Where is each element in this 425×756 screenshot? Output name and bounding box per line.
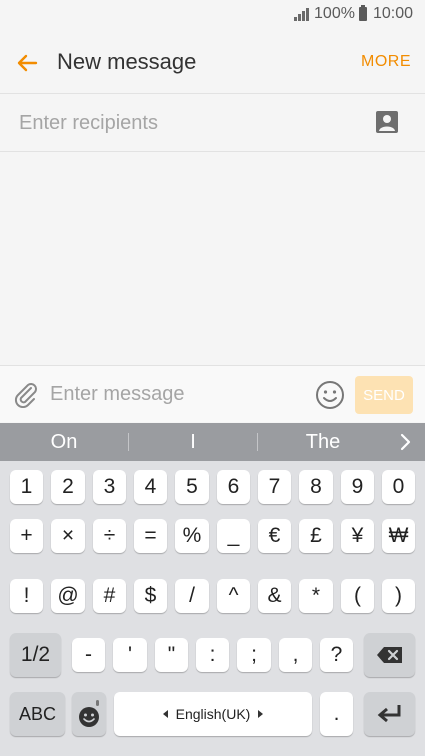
status-indicators: 100% 10:00 [294,5,413,23]
key[interactable]: - [72,638,105,672]
key[interactable]: / [175,579,209,613]
key[interactable]: # [93,579,126,613]
key[interactable]: 4 [134,470,167,504]
emoji-button[interactable] [315,380,345,410]
key[interactable]: 3 [93,470,126,504]
back-button[interactable] [12,48,42,78]
key[interactable]: * [299,579,333,613]
message-input[interactable] [50,380,300,408]
more-button[interactable]: MORE [361,53,411,71]
suggestion-bar: On I The [0,423,425,461]
chevron-right-icon [400,433,411,451]
contacts-button[interactable] [375,110,399,134]
key[interactable]: 8 [299,470,333,504]
key[interactable]: ' [113,638,147,672]
key[interactable]: 0 [382,470,415,504]
paperclip-icon [14,383,37,409]
key[interactable]: € [258,519,291,553]
key[interactable]: @ [51,579,85,613]
key[interactable]: % [175,519,209,553]
key[interactable]: = [134,519,167,553]
key[interactable]: 6 [217,470,250,504]
signal-icon [294,7,310,21]
key[interactable]: 7 [258,470,291,504]
recipients-bar [0,95,425,152]
enter-icon [377,705,400,723]
smiley-icon [316,381,344,409]
keyboard: 1 2 3 4 5 6 7 8 9 0 + × ÷ = % _ € £ ¥ ₩ … [0,461,425,756]
key[interactable]: × [51,519,85,553]
key[interactable]: + [10,519,43,553]
language-switch: English(UK) [162,706,264,722]
space-key[interactable]: English(UK) [114,692,312,736]
backspace-key[interactable] [364,633,415,677]
key[interactable]: _ [217,519,250,553]
key[interactable]: , [279,638,312,672]
abc-key[interactable]: ABC [10,692,65,736]
key[interactable]: ¥ [341,519,374,553]
key[interactable]: ÷ [93,519,126,553]
emoji-key-icon [79,700,99,727]
key[interactable]: ; [237,638,271,672]
compose-bar: SEND [0,365,425,422]
key[interactable]: ) [382,579,415,613]
key[interactable]: ( [341,579,374,613]
contact-icon [376,111,398,133]
clock: 10:00 [372,5,413,22]
page-title: New message [57,49,197,74]
recipients-input[interactable] [19,109,349,137]
symbols-page-key[interactable]: 1/2 [10,633,61,677]
key[interactable]: ^ [217,579,250,613]
conversation-area [0,153,425,365]
suggestion-3[interactable]: The [258,423,388,461]
key[interactable]: " [155,638,188,672]
battery-icon [358,5,367,21]
key[interactable]: $ [134,579,167,613]
key[interactable]: & [258,579,291,613]
suggestion-1[interactable]: On [0,423,128,461]
suggestion-expand-button[interactable] [395,432,415,452]
enter-key[interactable] [364,692,415,736]
key[interactable]: 9 [341,470,374,504]
battery-percent: 100% [314,5,355,22]
key[interactable]: £ [299,519,333,553]
language-next-icon [258,710,264,718]
key[interactable]: 5 [175,470,209,504]
period-key[interactable]: . [320,692,353,736]
emoji-key[interactable] [72,692,106,736]
send-button[interactable]: SEND [355,376,413,414]
app-bar: New message MORE [0,30,425,94]
key[interactable]: : [196,638,229,672]
key[interactable]: 2 [51,470,85,504]
language-label: English(UK) [175,706,251,722]
key[interactable]: ! [10,579,43,613]
key[interactable]: 1 [10,470,43,504]
status-bar: 100% 10:00 [0,0,425,30]
key[interactable]: ? [320,638,353,672]
attach-button[interactable] [12,380,40,409]
back-arrow-icon [17,54,38,72]
language-prev-icon [162,710,168,718]
key[interactable]: ₩ [382,519,415,553]
suggestion-2[interactable]: I [129,423,257,461]
backspace-icon [376,647,402,663]
